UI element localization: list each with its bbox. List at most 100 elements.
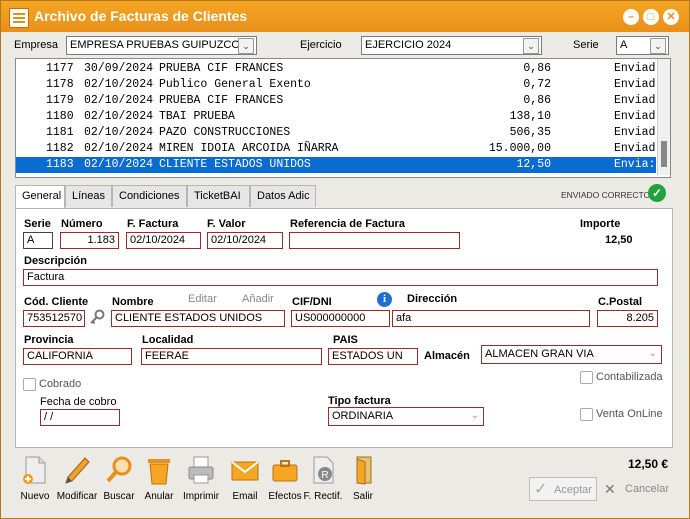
- tipofactura-label: Tipo factura: [328, 395, 391, 407]
- tab-datos-adic[interactable]: Datos Adic: [250, 185, 316, 207]
- invoice-window: Archivo de Facturas de Clientes – □ ✕ Em…: [0, 0, 690, 519]
- numero-label: Número: [61, 218, 103, 230]
- total-amount: 12,50 €: [628, 457, 669, 471]
- referencia-field[interactable]: [289, 232, 460, 249]
- check-icon: ✓: [648, 184, 666, 202]
- fechacobro-label: Fecha de cobro: [40, 396, 117, 408]
- info-icon[interactable]: i: [377, 292, 392, 307]
- localidad-label: Localidad: [142, 334, 194, 346]
- chevron-down-icon[interactable]: ⌄: [471, 409, 479, 422]
- chevron-down-icon[interactable]: ⌄: [238, 38, 254, 54]
- serie-top-select[interactable]: A ⌄: [616, 36, 669, 55]
- salir-button[interactable]: Salir: [343, 453, 383, 505]
- briefcase-icon: [271, 455, 299, 485]
- magnifier-icon: [105, 455, 133, 485]
- aceptar-label: Aceptar: [554, 484, 592, 496]
- check-icon: ✓: [534, 481, 548, 498]
- tab-general[interactable]: General: [15, 185, 65, 209]
- printer-icon: [187, 455, 215, 485]
- ventaonline-label: Venta OnLine: [596, 408, 663, 420]
- codcliente-field[interactable]: 753512570: [23, 310, 85, 327]
- invoice-list[interactable]: 1177 30/09/2024 PRUEBA CIF FRANCES 0,86 …: [15, 58, 671, 178]
- cif-field[interactable]: US000000000: [291, 310, 390, 327]
- referencia-label: Referencia de Factura: [290, 218, 405, 230]
- aceptar-button[interactable]: ✓ Aceptar: [529, 477, 597, 501]
- list-item[interactable]: 1182 02/10/2024 MIREN IDOIA ARCOIDA IÑAR…: [16, 141, 656, 157]
- importe-label: Importe: [580, 218, 621, 230]
- close-icon[interactable]: ✕: [663, 9, 679, 25]
- almacen-value: ALMACEN GRAN VIA: [485, 348, 594, 360]
- title-bar: Archivo de Facturas de Clientes – □ ✕: [1, 1, 689, 32]
- cancel-x-icon[interactable]: ✕: [604, 481, 616, 498]
- numero-field[interactable]: 1.183: [60, 232, 119, 249]
- chevron-down-icon[interactable]: ⌄: [650, 38, 666, 54]
- tab-ticketbai[interactable]: TicketBAI: [187, 185, 250, 207]
- window-title: Archivo de Facturas de Clientes: [34, 8, 248, 24]
- pencil-icon: [63, 455, 91, 485]
- direccion-field[interactable]: afa: [392, 310, 590, 327]
- direccion-label: Dirección: [407, 293, 458, 305]
- tipofactura-select[interactable]: ORDINARIA ⌄: [328, 407, 484, 426]
- list-item[interactable]: 1178 02/10/2024 Publico General Exento 0…: [16, 77, 656, 93]
- provincia-field[interactable]: CALIFORNIA: [23, 348, 132, 365]
- ffactura-field[interactable]: 02/10/2024: [126, 232, 201, 249]
- contabilizada-checkbox[interactable]: [580, 371, 593, 384]
- anular-button[interactable]: Anular: [139, 453, 179, 505]
- list-item[interactable]: 1181 02/10/2024 PAZO CONSTRUCCIONES 506,…: [16, 125, 656, 141]
- fechacobro-field[interactable]: / /: [40, 409, 120, 426]
- fvalor-label: F. Valor: [207, 218, 246, 230]
- envelope-icon: [231, 455, 259, 485]
- provincia-label: Provincia: [24, 334, 74, 346]
- cpostal-field[interactable]: 8.205: [597, 310, 658, 327]
- pais-field[interactable]: ESTADOS UN: [328, 348, 418, 365]
- list-item[interactable]: 1180 02/10/2024 TBAI PRUEBA 138,10 Envia…: [16, 109, 656, 125]
- nombre-field[interactable]: CLIENTE ESTADOS UNIDOS: [111, 310, 285, 327]
- chevron-down-icon[interactable]: ⌄: [649, 347, 657, 360]
- salir-label: Salir: [352, 491, 373, 502]
- trash-icon: [145, 455, 173, 485]
- empresa-select[interactable]: EMPRESA PRUEBAS GUIPUZCOA ⌄: [66, 36, 257, 55]
- list-item-selected[interactable]: 1183 02/10/2024 CLIENTE ESTADOS UNIDOS 1…: [16, 157, 656, 173]
- contabilizada-label: Contabilizada: [596, 371, 663, 383]
- ventaonline-checkbox[interactable]: [580, 408, 593, 421]
- fvalor-field[interactable]: 02/10/2024: [207, 232, 283, 249]
- editar-link[interactable]: Editar: [188, 293, 217, 305]
- exit-door-icon: [349, 455, 377, 485]
- localidad-field[interactable]: FEERAE: [141, 348, 322, 365]
- descripcion-field[interactable]: Factura: [23, 269, 658, 286]
- chevron-down-icon[interactable]: ⌄: [523, 38, 539, 54]
- codcliente-label: Cód. Cliente: [24, 296, 89, 308]
- ejercicio-label: Ejercicio: [300, 39, 342, 51]
- cif-label: CIF/DNI: [292, 296, 332, 308]
- list-item[interactable]: 1177 30/09/2024 PRUEBA CIF FRANCES 0,86 …: [16, 61, 656, 77]
- cobrado-label: Cobrado: [39, 378, 82, 390]
- tab-lineas[interactable]: Líneas: [65, 185, 112, 207]
- serie-field[interactable]: A: [23, 232, 53, 249]
- cpostal-label: C.Postal: [598, 296, 643, 308]
- serie-top-label: Serie: [573, 39, 599, 51]
- maximize-icon[interactable]: □: [643, 9, 659, 25]
- importe-value: 12,50: [605, 234, 633, 246]
- list-scrollbar[interactable]: [657, 59, 670, 175]
- empresa-label: Empresa: [14, 39, 59, 51]
- almacen-select[interactable]: ALMACEN GRAN VIA ⌄: [481, 345, 662, 364]
- imprimir-button[interactable]: Imprimir: [181, 453, 221, 505]
- tipofactura-value: ORDINARIA: [332, 410, 394, 422]
- modificar-button[interactable]: Modificar: [57, 453, 97, 505]
- scrollbar-thumb[interactable]: [661, 141, 667, 167]
- cancelar-button[interactable]: Cancelar: [625, 483, 669, 495]
- list-item[interactable]: 1179 02/10/2024 PRUEBA CIF FRANCES 0,86 …: [16, 93, 656, 109]
- ejercicio-select[interactable]: EJERCICIO 2024 ⌄: [361, 36, 542, 55]
- cobrado-checkbox[interactable]: [23, 378, 36, 391]
- key-icon[interactable]: [89, 309, 105, 325]
- nombre-label: Nombre: [112, 296, 154, 308]
- tab-condiciones[interactable]: Condiciones: [112, 185, 187, 207]
- ejercicio-value: EJERCICIO 2024: [365, 39, 452, 51]
- empresa-value: EMPRESA PRUEBAS GUIPUZCOA: [70, 39, 248, 51]
- anadir-link[interactable]: Añadir: [242, 293, 274, 305]
- nuevo-button[interactable]: Nuevo: [15, 453, 55, 505]
- minimize-icon[interactable]: –: [623, 9, 639, 25]
- ffactura-label: F. Factura: [127, 218, 179, 230]
- pais-label: PAIS: [333, 334, 358, 346]
- almacen-label: Almacén: [424, 350, 470, 362]
